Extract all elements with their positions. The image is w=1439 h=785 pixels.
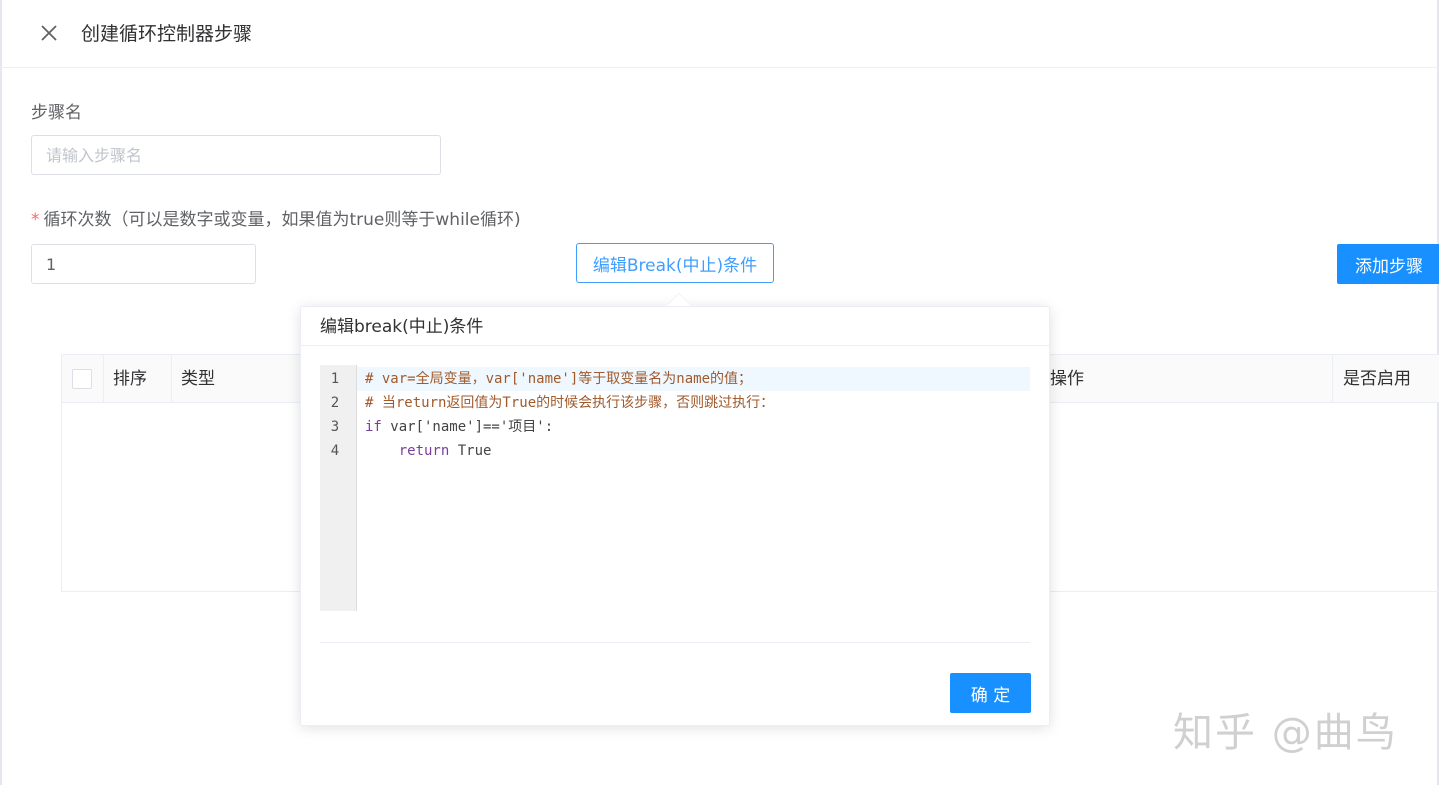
code-line[interactable]: # var=全局变量，var['name']等于取变量名为name的值； <box>365 367 752 391</box>
step-name-label: 步骤名 <box>31 103 82 123</box>
confirm-button[interactable]: 确 定 <box>950 673 1031 713</box>
page-title: 创建循环控制器步骤 <box>81 23 253 45</box>
column-header-order: 排序 <box>113 369 147 389</box>
code-line[interactable]: return True <box>365 439 492 463</box>
watermark: 知乎 @曲鸟 <box>1173 710 1398 756</box>
code-line[interactable]: # 当return返回值为True的时候会执行该步骤，否则跳过执行： <box>365 391 774 415</box>
code-line[interactable]: if var['name']=='项目': <box>365 415 553 439</box>
code-editor[interactable]: 1 2 3 4 # var=全局变量，var['name']等于取变量名为nam… <box>320 365 1030 611</box>
column-divider <box>1332 355 1333 403</box>
line-number: 4 <box>330 443 340 459</box>
code-keyword: if <box>365 419 382 435</box>
loop-count-label: * 循环次数（可以是数字或变量，如果值为true则等于while循环) <box>31 208 521 232</box>
line-number-gutter: 1 2 3 4 <box>320 365 357 611</box>
line-number: 2 <box>330 395 340 411</box>
line-number: 3 <box>330 419 340 435</box>
code-text: True <box>449 443 492 459</box>
break-condition-popover: 编辑break(中止)条件 1 2 3 4 # var=全局变量，var['na… <box>300 306 1050 726</box>
loop-count-input[interactable] <box>31 244 256 284</box>
close-icon[interactable] <box>36 20 62 46</box>
popover-title: 编辑break(中止)条件 <box>320 317 484 337</box>
divider <box>301 345 1049 346</box>
code-text: var['name']=='项目': <box>381 419 554 435</box>
edit-break-condition-button[interactable]: 编辑Break(中止)条件 <box>576 243 774 283</box>
select-all-checkbox[interactable] <box>72 369 92 389</box>
step-name-input[interactable] <box>31 135 441 175</box>
line-number: 1 <box>330 371 340 387</box>
column-header-enabled: 是否启用 <box>1343 369 1411 389</box>
column-divider <box>103 355 104 403</box>
loop-count-label-text: 循环次数（可以是数字或变量，如果值为true则等于while循环) <box>43 210 521 230</box>
required-mark: * <box>31 210 40 230</box>
column-divider <box>171 355 172 403</box>
divider <box>320 642 1030 643</box>
code-keyword: return <box>398 443 450 459</box>
column-header-actions: 操作 <box>1050 369 1084 389</box>
column-header-type: 类型 <box>181 369 215 389</box>
window-left-edge <box>0 0 2 785</box>
add-step-button[interactable]: 添加步骤 <box>1337 244 1439 284</box>
drawer-header: 创建循环控制器步骤 <box>0 0 1439 68</box>
popover-arrow <box>667 294 691 306</box>
